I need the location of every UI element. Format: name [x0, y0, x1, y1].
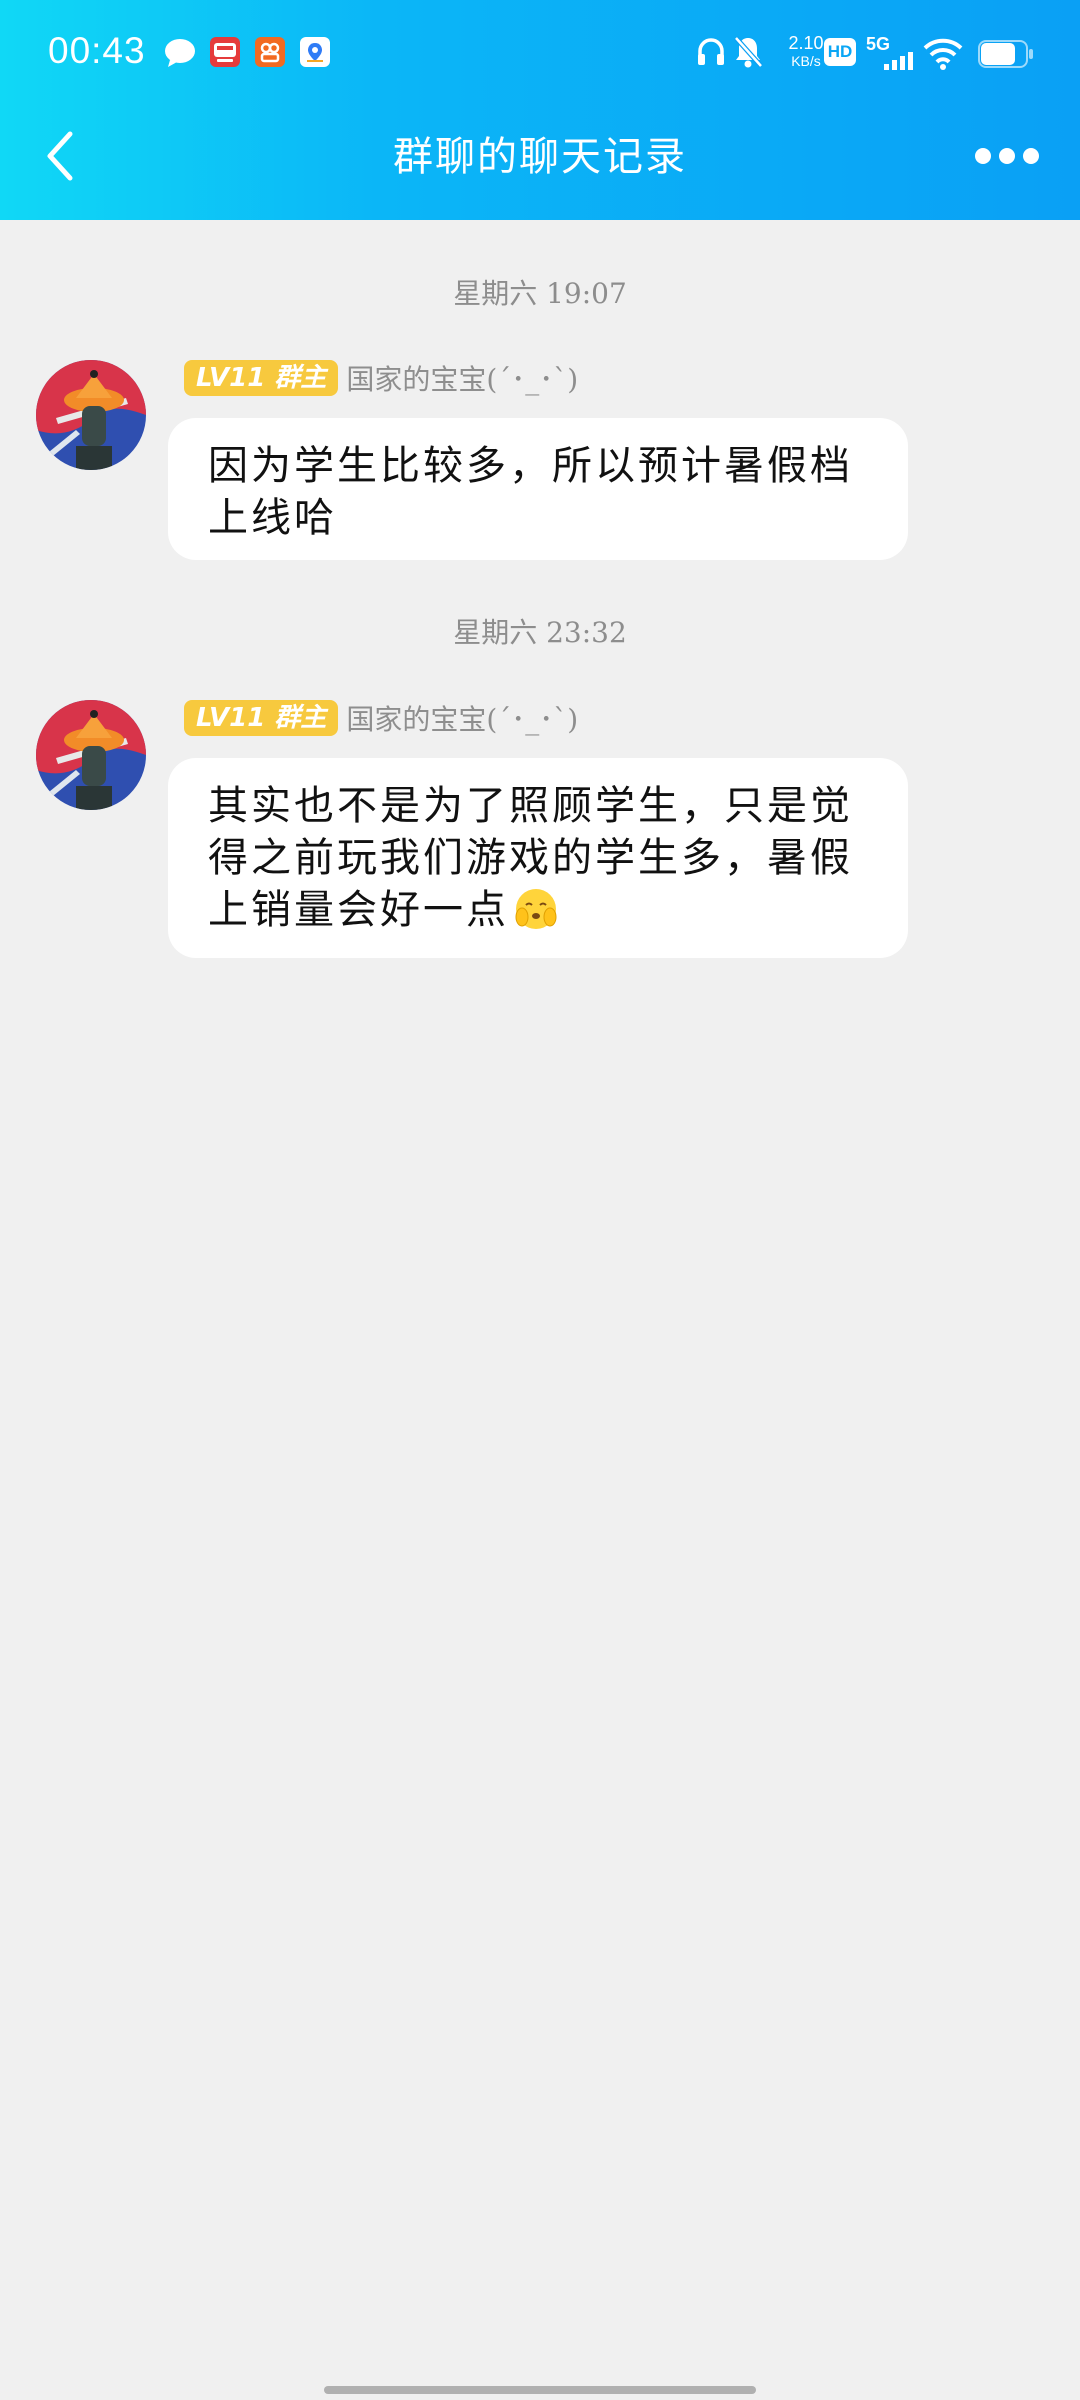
- message-bubble[interactable]: 其实也不是为了照顾学生，只是觉得之前玩我们游戏的学生多，暑假上销量会好一点: [168, 758, 908, 958]
- avatar[interactable]: [36, 700, 146, 810]
- sender-name[interactable]: 国家的宝宝(´･_･`): [346, 698, 578, 738]
- message-timestamp: 星期六 23:32: [453, 616, 627, 649]
- avatar[interactable]: [36, 360, 146, 470]
- blush-emoji-icon: [515, 889, 557, 929]
- shopping-app-icon: [210, 37, 240, 67]
- page-title: 群聊的聊天记录: [393, 134, 687, 180]
- wifi-icon: [923, 38, 963, 70]
- sender-line: LV11 群主 国家的宝宝(´･_･`): [184, 699, 578, 737]
- message-bubble-icon: [165, 39, 195, 67]
- headphones-icon: [698, 38, 724, 65]
- member-level-badge: LV11 群主: [184, 700, 339, 736]
- status-time: 00:43: [48, 30, 146, 71]
- message-bubble[interactable]: 因为学生比较多，所以预计暑假档上线哈: [168, 418, 908, 560]
- sender-line: LV11 群主 国家的宝宝(´･_･`): [184, 359, 578, 397]
- map-app-icon: [300, 37, 330, 67]
- navigation-bar: 群聊的聊天记录: [0, 104, 1080, 220]
- status-bar: 00:43 2.10 KB/s HD 5G: [0, 0, 1080, 104]
- home-indicator[interactable]: [324, 2386, 756, 2394]
- member-level-badge: LV11 群主: [184, 360, 339, 396]
- bell-muted-icon: [734, 36, 763, 68]
- signal-bars-icon: [884, 52, 913, 70]
- sender-name[interactable]: 国家的宝宝(´･_･`): [346, 358, 578, 398]
- message-timestamp: 星期六 19:07: [453, 277, 627, 310]
- more-options-icon[interactable]: [974, 144, 1040, 168]
- battery-icon: [978, 40, 1033, 68]
- video-app-icon: [255, 37, 285, 67]
- message-text: 因为学生比较多，所以预计暑假档上线哈: [208, 443, 853, 541]
- hd-icon: HD: [824, 38, 856, 66]
